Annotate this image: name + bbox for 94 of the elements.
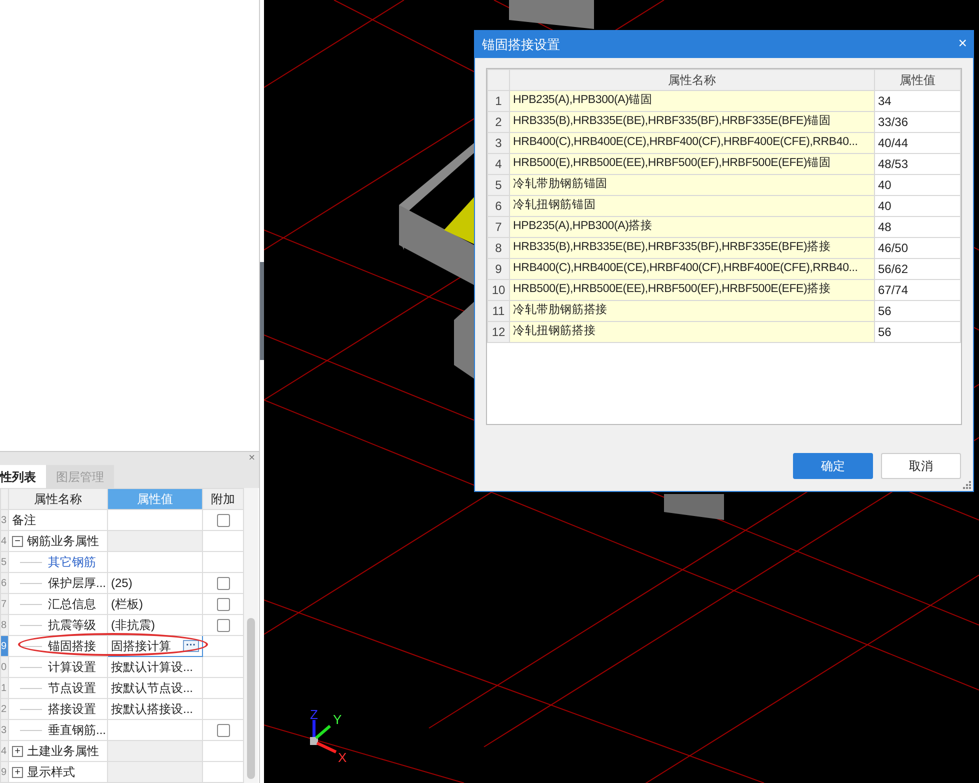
row-number: 12	[488, 322, 510, 342]
row-number: 7	[488, 216, 510, 238]
axis-label: Z	[310, 707, 318, 722]
row-number: 2	[488, 112, 510, 132]
row-number: 3	[0, 510, 8, 530]
property-value: 按默认搭接设...	[111, 702, 194, 716]
ok-button[interactable]: 确定	[793, 453, 873, 479]
row-number: 6	[488, 196, 510, 216]
checkbox[interactable]	[216, 619, 230, 632]
row-number: 9	[0, 762, 8, 782]
property-name: 节点设置	[48, 681, 96, 695]
table-cell: HRB400(C),HRB400E(CE),HRBF400(CF),HRBF400E(CFE),RRB40...	[510, 258, 874, 280]
table-cell: HRB400(C),HRB400E(CE),HRBF400(CF),HRBF400E(CFE),RRB40...	[510, 132, 874, 154]
splitter-handle[interactable]	[260, 262, 264, 360]
close-button[interactable]: ×	[958, 33, 967, 56]
table-cell: 冷轧扭钢筋锚固	[510, 196, 874, 216]
property-name: 搭接设置	[48, 702, 96, 716]
dialog-title: 锚固搭接设置	[482, 36, 560, 54]
property-value: (25)	[111, 576, 132, 590]
row-number: 9	[488, 258, 510, 280]
table-cell: 56	[874, 300, 960, 322]
row-number: 7	[0, 594, 8, 614]
table-cell: HRB335(B),HRB335E(BE),HRBF335(BF),HRBF335E(BFE)锚固	[510, 112, 874, 132]
row-number: 4	[0, 740, 8, 762]
table-cell: 33/36	[874, 112, 960, 132]
table-cell: 34	[874, 90, 960, 112]
table-cell: 56/62	[874, 258, 960, 280]
property-name: 备注	[12, 513, 36, 527]
table-cell: HPB235(A),HPB300(A)锚固	[510, 90, 874, 112]
row-number: 1	[0, 678, 8, 698]
row-number: 3	[488, 132, 510, 154]
table-cell: 56	[874, 322, 960, 342]
axis-label: Y	[333, 712, 342, 727]
table-cell: 40	[874, 174, 960, 196]
property-name: 汇总信息	[48, 597, 96, 611]
checkbox[interactable]	[216, 724, 230, 738]
column-header: 附加	[202, 488, 244, 510]
table-cell: 冷轧扭钢筋搭接	[510, 322, 874, 342]
table-cell: 40	[874, 196, 960, 216]
row-number: 0	[0, 656, 8, 678]
table-cell: 冷轧带肋钢筋锚固	[510, 174, 874, 196]
row-number: 8	[488, 238, 510, 258]
close-button[interactable]: ×	[248, 453, 255, 464]
row-number: 1	[488, 90, 510, 112]
property-name: 锚固搭接	[48, 639, 96, 653]
property-value: 按默认节点设...	[111, 681, 194, 695]
table-cell: 67/74	[874, 280, 960, 300]
value-field[interactable]: 固搭接计算	[111, 639, 171, 653]
checkbox[interactable]	[216, 577, 230, 590]
checkbox[interactable]	[216, 598, 230, 612]
row-number: 2	[0, 698, 8, 720]
row-number: 9	[0, 636, 8, 656]
property-group-name: 钢筋业务属性	[27, 534, 99, 548]
table-cell: 40/44	[874, 132, 960, 154]
property-value: (栏板)	[111, 597, 143, 611]
expander-toggle[interactable]: +	[12, 746, 23, 758]
checkbox[interactable]	[216, 514, 230, 528]
expander-toggle[interactable]: +	[12, 767, 23, 778]
table-cell: 冷轧带肋钢筋搭接	[510, 300, 874, 322]
row-number: 10	[488, 280, 510, 300]
axis-label: X	[338, 750, 347, 765]
property-name: 垂直钢筋...	[48, 723, 106, 737]
cancel-button[interactable]: 取消	[881, 453, 961, 479]
column-header: 属性名称	[510, 70, 874, 90]
row-number: 3	[0, 720, 8, 740]
row-number: 8	[0, 614, 8, 636]
scrollbar[interactable]	[244, 488, 258, 783]
expander-toggle[interactable]: −	[12, 536, 23, 548]
property-value: (非抗震)	[111, 618, 155, 632]
table-cell: HRB500(E),HRB500E(EE),HRBF500(EF),HRBF500E(EFE)搭接	[510, 280, 874, 300]
row-number: 6	[0, 572, 8, 594]
table-cell: 48	[874, 216, 960, 238]
row-number: 11	[488, 300, 510, 322]
table-cell: 46/50	[874, 238, 960, 258]
property-group-name: 土建业务属性	[27, 744, 99, 758]
table-cell: HRB500(E),HRB500E(EE),HRBF500(EF),HRBF500E(EFE)锚固	[510, 154, 874, 174]
property-name: 计算设置	[48, 660, 96, 674]
column-header: 属性名称	[8, 488, 108, 510]
property-group-name: 显示样式	[27, 765, 75, 779]
row-number: 5	[0, 552, 8, 572]
column-header: 属性值	[108, 488, 202, 510]
table-cell: HPB235(A),HPB300(A)搭接	[510, 216, 874, 238]
ellipsis-button[interactable]: ···	[183, 640, 199, 652]
row-number: 5	[488, 174, 510, 196]
table-cell: HRB335(B),HRB335E(BE),HRBF335(BF),HRBF335E(BFE)搭接	[510, 238, 874, 258]
column-header: 属性值	[874, 70, 960, 90]
property-name: 抗震等级	[48, 618, 96, 632]
table-cell: 48/53	[874, 154, 960, 174]
resize-grip-icon[interactable]	[963, 481, 971, 489]
wall-drawing	[664, 494, 724, 520]
row-number: 4	[488, 154, 510, 174]
row-number: 4	[0, 530, 8, 552]
property-value: 按默认计算设...	[111, 660, 194, 674]
property-name: 保护层厚...	[48, 576, 106, 590]
